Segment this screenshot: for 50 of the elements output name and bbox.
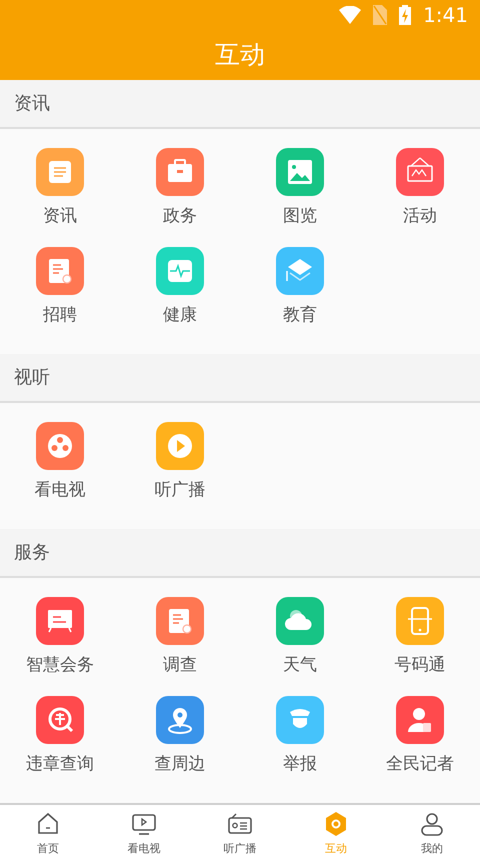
shortcut-label: 举报 [283,753,317,776]
app-shortcut[interactable]: 资讯 [0,148,120,248]
shortcut-label: 活动 [403,205,437,228]
app-shortcut[interactable]: 政务 [120,148,240,248]
shortcut-label: 查周边 [154,753,206,776]
status-time: 1:41 [423,5,468,25]
shortcut-label: 健康 [163,304,197,328]
radio-icon [227,810,253,837]
user-icon [419,810,445,837]
app-shortcut[interactable]: 智慧会务 [0,597,120,696]
shortcut-label: 图览 [283,205,317,228]
section-title: 视听 [14,366,50,390]
shortcut-label: 资讯 [43,205,77,228]
nav-tab[interactable]: 我的 [384,805,480,863]
shortcut-label: 智慧会务 [26,654,94,678]
section-title: 资讯 [14,92,50,116]
page-title: 互动 [215,39,265,72]
shortcut-label: 违章查询 [26,753,94,776]
shortcut-label: 教育 [283,304,317,328]
shortcut-label: 招聘 [43,304,77,328]
app-shortcut[interactable]: 听广播 [120,422,240,522]
app-shortcut[interactable]: 天气 [240,597,360,696]
app-shortcut[interactable]: 教育 [240,247,360,346]
hexagon-icon [323,810,349,837]
app-shortcut[interactable]: 看电视 [0,422,120,522]
app-shortcut[interactable]: 调查 [120,597,240,696]
battery-charging-icon [399,5,412,25]
shortcut-label: 政务 [163,205,197,228]
shortcut-label: 调查 [163,654,197,678]
section-title: 服务 [14,541,50,566]
wifi-icon [339,6,362,24]
shortcut-label: 号码通 [394,654,446,678]
app-shortcut[interactable]: 违章查询 [0,696,120,796]
app-shortcut[interactable]: 健康 [120,247,240,346]
shortcut-label: 全民记者 [386,753,454,776]
app-shortcut[interactable]: 举报 [240,696,360,796]
app-shortcut[interactable]: 号码通 [360,597,480,696]
app-shortcut[interactable]: 图览 [240,148,360,248]
app-shortcut[interactable]: 招聘 [0,247,120,346]
app-shortcut[interactable]: 活动 [360,148,480,248]
nav-tab[interactable]: 看电视 [96,805,192,863]
nav-tab[interactable]: 首页 [0,805,96,863]
home-icon [35,810,61,837]
shortcut-label: 看电视 [34,479,86,502]
app-shortcut[interactable]: 查周边 [120,696,240,796]
nav-tab[interactable]: 听广播 [192,805,288,863]
app-shortcut[interactable]: 全民记者 [360,696,480,796]
no-sim-icon [373,5,388,25]
shortcut-label: 天气 [283,654,317,678]
shortcut-label: 听广播 [154,479,206,502]
